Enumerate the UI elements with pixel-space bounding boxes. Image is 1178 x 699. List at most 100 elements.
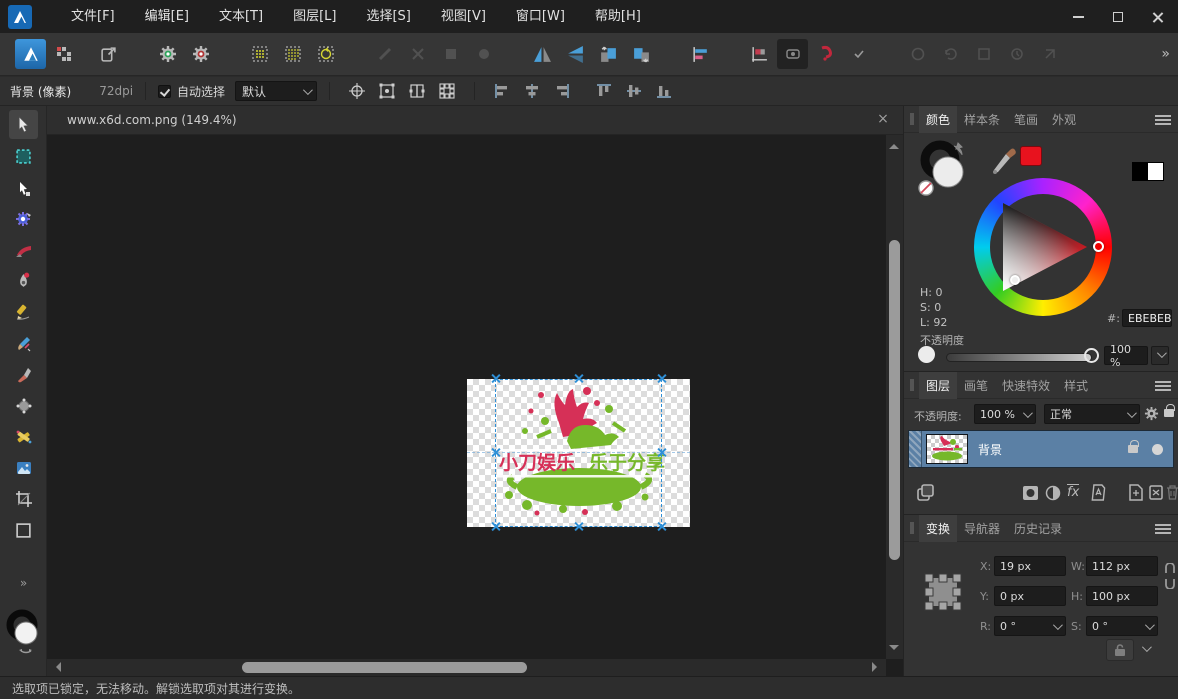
vector-brush-tool[interactable] bbox=[9, 329, 38, 358]
picked-color-swatch[interactable] bbox=[1020, 146, 1042, 166]
menu-select[interactable]: 选择[S] bbox=[351, 0, 425, 33]
snap-pixels-button[interactable] bbox=[277, 39, 308, 69]
menu-window[interactable]: 窗口[W] bbox=[501, 0, 580, 33]
panel-grip-icon[interactable] bbox=[910, 522, 914, 534]
minimize-button[interactable] bbox=[1058, 0, 1098, 33]
vector-crop-tool[interactable] bbox=[9, 484, 38, 513]
w-field[interactable]: 112 px bbox=[1086, 556, 1158, 576]
gradient-tool[interactable] bbox=[9, 422, 38, 451]
opacity-value-field[interactable]: 100 % bbox=[1104, 346, 1148, 365]
tab-styles[interactable]: 样式 bbox=[1057, 372, 1095, 399]
vertical-scrollbar[interactable] bbox=[886, 135, 903, 659]
move-backward-button[interactable] bbox=[626, 39, 657, 69]
layer-effects-icon[interactable]: fx bbox=[1067, 484, 1079, 500]
layer-visibility-toggle[interactable] bbox=[1152, 444, 1163, 455]
menu-text[interactable]: 文本[T] bbox=[204, 0, 278, 33]
align-top-button[interactable] bbox=[591, 80, 617, 102]
selection-handle-top-center[interactable] bbox=[574, 374, 583, 383]
color-picker-eyedropper-icon[interactable] bbox=[988, 142, 1018, 176]
blend-options-gear-icon[interactable] bbox=[1144, 406, 1159, 421]
rectangle-tool[interactable] bbox=[9, 516, 38, 545]
menu-view[interactable]: 视图[V] bbox=[426, 0, 501, 33]
merge-layers-icon[interactable] bbox=[916, 484, 936, 502]
document-setup-gear-button[interactable] bbox=[152, 39, 183, 69]
transform-lock-button[interactable] bbox=[1106, 639, 1134, 661]
transparency-tool[interactable] bbox=[9, 391, 38, 420]
menu-layer[interactable]: 图层[L] bbox=[278, 0, 351, 33]
align-center-button[interactable] bbox=[519, 80, 545, 102]
align-middle-button[interactable] bbox=[621, 80, 647, 102]
layer-lock-button[interactable] bbox=[1162, 404, 1176, 422]
document-tab[interactable]: www.x6d.com.png (149.4%) bbox=[67, 113, 237, 127]
x-field[interactable]: 19 px bbox=[994, 556, 1066, 576]
snap-grid-button[interactable] bbox=[244, 39, 275, 69]
grayscale-swatch[interactable] bbox=[1132, 162, 1164, 181]
color-wheel[interactable] bbox=[974, 178, 1112, 316]
layer-row-background[interactable]: 背景 bbox=[908, 430, 1174, 468]
snap-rotation-button[interactable] bbox=[310, 39, 341, 69]
auto-select-checkbox[interactable] bbox=[158, 85, 171, 98]
tab-stroke[interactable]: 笔画 bbox=[1007, 106, 1045, 133]
tab-brushes[interactable]: 画笔 bbox=[957, 372, 995, 399]
preferences-gear-button[interactable] bbox=[185, 39, 216, 69]
snapping-manager-button[interactable] bbox=[744, 39, 775, 69]
panel-menu-icon[interactable] bbox=[1155, 524, 1171, 526]
place-image-tool[interactable] bbox=[9, 453, 38, 482]
live-filter-icon[interactable] bbox=[1090, 484, 1107, 501]
panel-menu-icon[interactable] bbox=[1155, 115, 1171, 117]
pencil-tool[interactable] bbox=[9, 297, 38, 326]
tab-history[interactable]: 历史记录 bbox=[1007, 515, 1069, 542]
color-triangle[interactable] bbox=[990, 194, 1096, 300]
anchor-point-selector[interactable] bbox=[924, 573, 962, 611]
document-page[interactable]: 小刀娱乐 乐于分享 bbox=[467, 379, 690, 527]
horizontal-scrollbar[interactable] bbox=[47, 659, 886, 676]
hex-value-field[interactable]: EBEBEB bbox=[1122, 309, 1172, 327]
align-right-button[interactable] bbox=[549, 80, 575, 102]
tab-layers[interactable]: 图层 bbox=[919, 372, 957, 399]
color-fill-stroke-selector[interactable] bbox=[914, 138, 978, 200]
pixel-persona-button[interactable] bbox=[48, 39, 79, 69]
tools-overflow-chevron[interactable]: » bbox=[0, 576, 47, 590]
y-field[interactable]: 0 px bbox=[994, 586, 1066, 606]
canvas-viewport[interactable]: 小刀娱乐 乐于分享 bbox=[47, 135, 903, 659]
tab-color[interactable]: 颜色 bbox=[919, 106, 957, 133]
adjustment-layer-icon[interactable] bbox=[1045, 485, 1061, 501]
shear-dropdown[interactable]: 0 ° bbox=[1086, 616, 1158, 636]
horizontal-scroll-thumb[interactable] bbox=[242, 662, 527, 673]
toolbar-overflow-chevron[interactable]: » bbox=[1161, 46, 1170, 62]
selection-handle-bottom-center[interactable] bbox=[574, 522, 583, 531]
tab-swatches[interactable]: 样本条 bbox=[957, 106, 1007, 133]
blend-mode-dropdown[interactable]: 正常 bbox=[1044, 404, 1140, 424]
preset-dropdown[interactable]: 默认 bbox=[235, 81, 317, 101]
scroll-left-arrow[interactable] bbox=[51, 662, 61, 672]
opacity-dropdown-button[interactable] bbox=[1151, 346, 1169, 365]
flip-horizontal-button[interactable] bbox=[527, 39, 558, 69]
tab-quick-fx[interactable]: 快速特效 bbox=[995, 372, 1057, 399]
opacity-slider[interactable] bbox=[946, 353, 1092, 362]
selection-handle-bottom-left[interactable] bbox=[491, 522, 500, 531]
tab-transform[interactable]: 变换 bbox=[919, 515, 957, 542]
cycle-selection-box-button[interactable] bbox=[404, 80, 430, 102]
maximize-button[interactable] bbox=[1098, 0, 1138, 33]
close-button[interactable] bbox=[1138, 0, 1178, 33]
new-layer-icon[interactable] bbox=[1128, 484, 1144, 501]
rotation-center-button[interactable] bbox=[344, 80, 370, 102]
scroll-down-arrow[interactable] bbox=[889, 645, 899, 655]
panel-grip-icon[interactable] bbox=[910, 379, 914, 391]
preview-mode-toggle[interactable] bbox=[777, 39, 808, 69]
panel-menu-icon[interactable] bbox=[1155, 381, 1171, 383]
transform-options-dropdown[interactable] bbox=[1136, 639, 1154, 661]
tab-appearance[interactable]: 外观 bbox=[1045, 106, 1083, 133]
fill-tool[interactable] bbox=[9, 360, 38, 389]
layer-locked-icon[interactable] bbox=[1128, 445, 1138, 453]
panel-grip-icon[interactable] bbox=[910, 113, 914, 125]
fill-stroke-selector[interactable] bbox=[5, 609, 43, 655]
snapping-dropdown-button[interactable] bbox=[843, 39, 874, 69]
designer-persona-button[interactable] bbox=[15, 39, 46, 69]
transform-origin-button[interactable] bbox=[374, 80, 400, 102]
move-tool[interactable] bbox=[9, 110, 38, 139]
node-tool[interactable] bbox=[9, 174, 38, 203]
align-left-button[interactable] bbox=[489, 80, 515, 102]
selection-bounding-box[interactable] bbox=[495, 379, 662, 527]
h-field[interactable]: 100 px bbox=[1086, 586, 1158, 606]
